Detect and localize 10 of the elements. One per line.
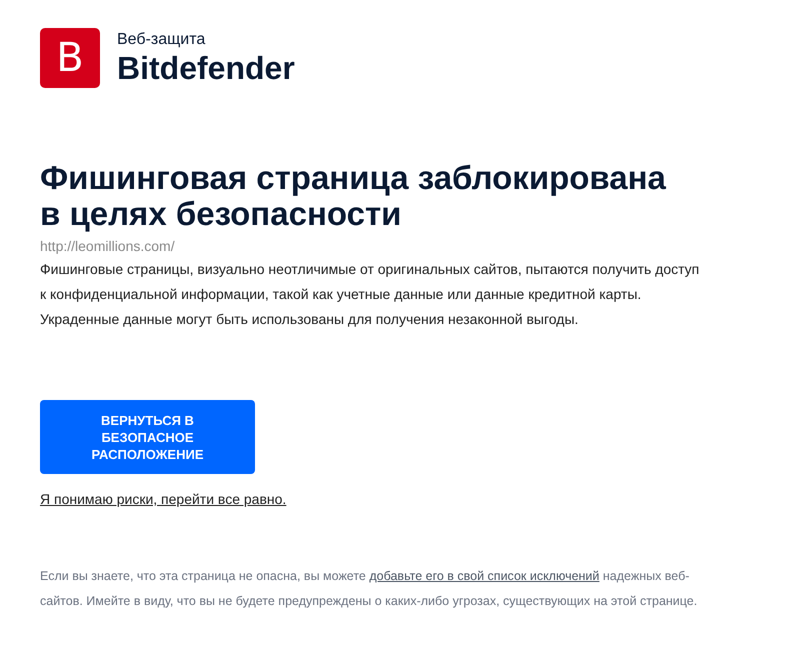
back-to-safety-button[interactable]: ВЕРНУТЬСЯ В БЕЗОПАСНОЕ РАСПОЛОЖЕНИЕ <box>40 400 255 474</box>
warning-description: Фишинговые страницы, визуально неотличимые от оригинальных сайтов, пытаются получить доступ к конфиденциальной информации, такой как учетные данные или данные кредитной карты. Украденные данные могут быть использованы для получения незаконной выгоды. <box>40 260 700 329</box>
page-title: Фишинговая страница заблокирована в целях безопасности <box>40 160 667 232</box>
product-name: Веб-защита <box>117 30 206 50</box>
proceed-anyway-link[interactable]: Я понимаю риски, перейти все равно. <box>40 489 286 509</box>
blocked-url: http://leomillions.com/ <box>40 237 175 256</box>
exclusion-note: Если вы знаете, что эта страница не опасна, вы можете добавьте его в свой список исключений надежных веб-сайтов. Имейте в виду, что вы не будете предупреждены о каких-либо угрозах, существующих на этой странице. <box>40 568 698 610</box>
add-to-exceptions-link[interactable]: добавьте его в свой список исключений <box>369 569 600 583</box>
brand-name: Bitdefender <box>117 50 295 86</box>
brand-logo: B <box>40 28 100 88</box>
